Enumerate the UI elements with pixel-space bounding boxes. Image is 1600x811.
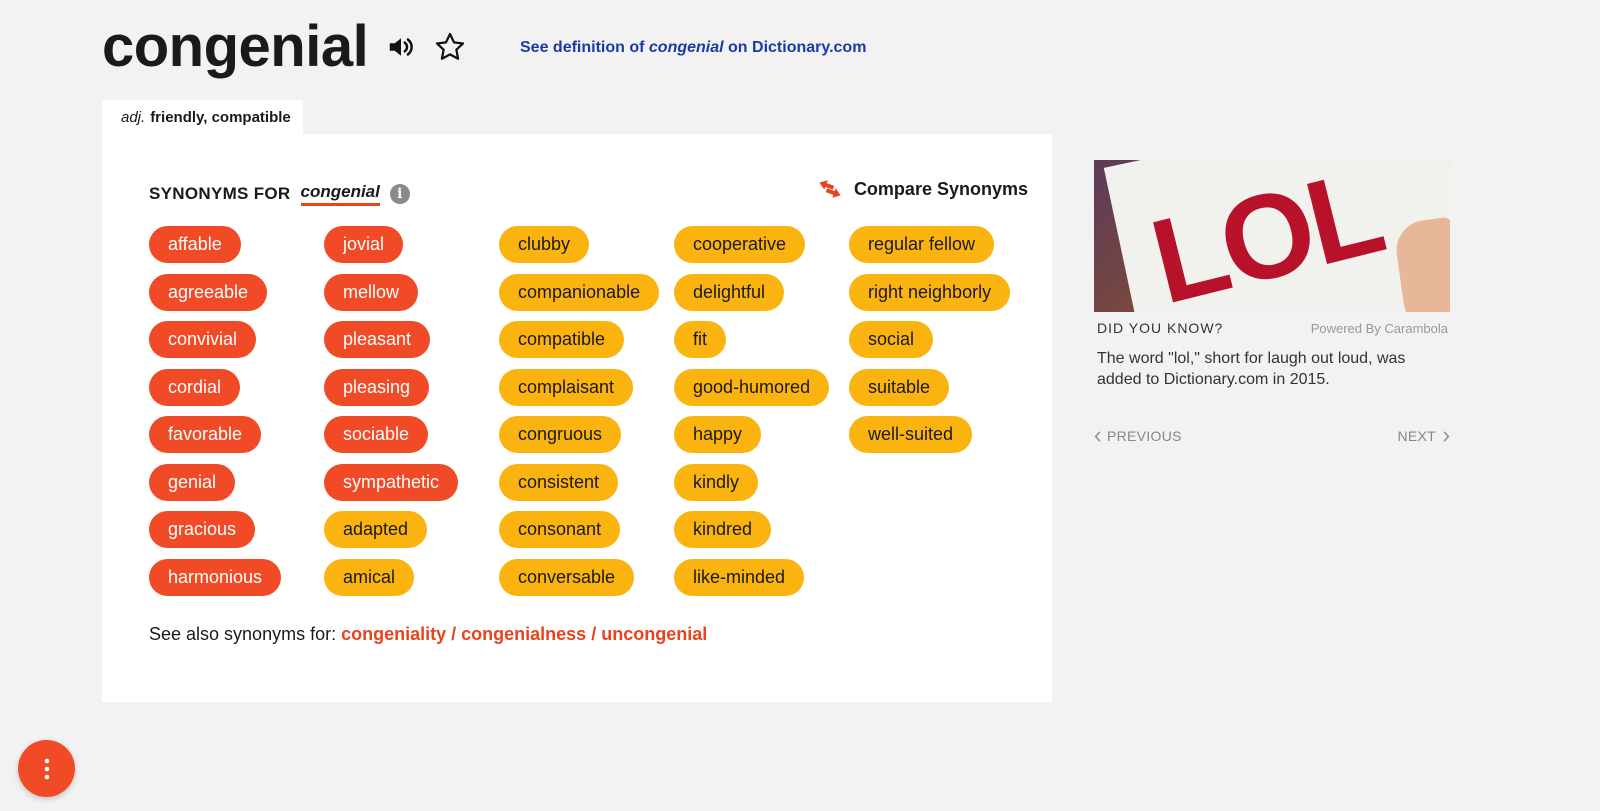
see-also-label: See also synonyms for: <box>149 624 342 644</box>
did-you-know-image[interactable]: LOL <box>1094 160 1450 312</box>
did-you-know-title: DID YOU KNOW? <box>1097 320 1224 336</box>
synonym-columns: affable agreeable convivial cordial favorabl… <box>149 226 1024 606</box>
info-icon[interactable]: i <box>389 184 410 204</box>
synonym-chip-jovial[interactable]: jovial <box>324 226 404 263</box>
synonym-chip-conversable[interactable]: conversable <box>499 558 635 596</box>
synonym-chip-sympathetic[interactable]: sympathetic <box>324 463 459 501</box>
did-you-know-fact: The word "lol," short for laugh out loud… <box>1097 350 1406 388</box>
chevron-left-icon <box>1094 431 1101 442</box>
synonym-chip-gracious[interactable]: gracious <box>149 511 256 548</box>
did-you-know-widget: LOL DID YOU KNOW? Powered By Carambola T… <box>1094 160 1450 444</box>
synonym-chip-right-neighborly[interactable]: right neighborly <box>849 273 1011 311</box>
synonym-chip-affable[interactable]: affable <box>149 226 241 263</box>
see-also-link-uncongenial[interactable]: uncongenial <box>601 624 707 644</box>
synonym-chip-sociable[interactable]: sociable <box>324 416 429 453</box>
synonym-chip-social[interactable]: social <box>849 321 934 358</box>
definition-link-word: congenial <box>648 39 724 56</box>
synonym-chip-delightful[interactable]: delightful <box>674 273 785 311</box>
star-icon[interactable] <box>432 29 468 65</box>
see-also-separator: / <box>446 624 462 644</box>
synonym-chip-regular-fellow[interactable]: regular fellow <box>849 226 995 263</box>
synonym-chip-consonant[interactable]: consonant <box>499 511 621 548</box>
synonym-chip-genial[interactable]: genial <box>149 463 236 501</box>
next-button[interactable]: NEXT <box>1397 428 1450 444</box>
synonym-chip-harmonious[interactable]: harmonious <box>149 558 282 596</box>
see-also-link-congenialness[interactable]: congenialness <box>461 624 586 644</box>
synonym-chip-complaisant[interactable]: complaisant <box>499 368 634 406</box>
definition-link-prefix: See definition of <box>520 39 649 56</box>
part-of-speech: adj. <box>121 109 146 126</box>
synonym-chip-pleasant[interactable]: pleasant <box>324 321 431 358</box>
compare-arrows-icon <box>819 180 841 198</box>
synonyms-heading-label: SYNONYMS FOR <box>149 184 291 203</box>
see-also: See also synonyms for: congeniality / co… <box>149 624 707 645</box>
definition-link[interactable]: See definition of congenial on Dictionar… <box>520 39 866 57</box>
vertical-dots-icon <box>44 758 49 779</box>
did-you-know-meta: DID YOU KNOW? Powered By Carambola <box>1094 312 1450 336</box>
synonym-chip-clubby[interactable]: clubby <box>499 226 590 263</box>
previous-button[interactable]: PREVIOUS <box>1094 428 1182 444</box>
synonym-chip-amical[interactable]: amical <box>324 558 415 596</box>
word-header: congenial <box>102 18 468 76</box>
synonym-chip-kindly[interactable]: kindly <box>674 463 759 501</box>
synonym-column: jovial mellow pleasant pleasing sociable symp… <box>324 226 499 606</box>
synonym-chip-adapted[interactable]: adapted <box>324 511 428 548</box>
speaker-icon[interactable] <box>384 30 418 64</box>
chevron-right-icon <box>1443 431 1450 442</box>
synonyms-heading: SYNONYMS FOR congenial i <box>149 182 410 206</box>
synonym-chip-mellow[interactable]: mellow <box>324 273 419 311</box>
synonym-chip-consistent[interactable]: consistent <box>499 463 619 501</box>
headword: congenial <box>102 14 369 79</box>
see-also-link-congeniality[interactable]: congeniality <box>341 624 446 644</box>
synonym-chip-suitable[interactable]: suitable <box>849 368 950 406</box>
synonym-chip-congruous[interactable]: congruous <box>499 416 622 453</box>
compare-synonyms-label: Compare Synonyms <box>853 178 1028 199</box>
sense-gloss: friendly, compatible <box>150 109 291 126</box>
synonym-chip-favorable[interactable]: favorable <box>149 416 262 453</box>
part-of-speech-tab[interactable]: adj. friendly, compatible <box>102 100 303 135</box>
synonym-chip-kindred[interactable]: kindred <box>674 511 772 548</box>
previous-label: PREVIOUS <box>1107 428 1182 444</box>
synonym-column: affable agreeable convivial cordial favorabl… <box>149 226 324 606</box>
menu-fab-button[interactable] <box>18 740 75 797</box>
synonym-chip-convivial[interactable]: convivial <box>149 321 257 358</box>
synonym-chip-cooperative[interactable]: cooperative <box>674 226 806 263</box>
see-also-separator: / <box>586 624 602 644</box>
synonym-chip-good-humored[interactable]: good-humored <box>674 368 830 406</box>
synonym-column: cooperative delightful fit good-humored happ… <box>674 226 849 606</box>
synonym-chip-happy[interactable]: happy <box>674 416 762 453</box>
synonym-chip-like-minded[interactable]: like-minded <box>674 558 805 596</box>
definition-link-suffix: on Dictionary.com <box>723 39 867 56</box>
synonym-chip-cordial[interactable]: cordial <box>149 368 241 406</box>
synonym-chip-compatible[interactable]: compatible <box>499 321 625 358</box>
powered-by: Powered By Carambola <box>1310 320 1448 336</box>
synonyms-card: SYNONYMS FOR congenial i Compare Synonym… <box>102 134 1052 702</box>
synonym-chip-fit[interactable]: fit <box>674 321 727 358</box>
synonym-column: regular fellow right neighborly social suit… <box>849 226 1024 606</box>
synonym-chip-agreeable[interactable]: agreeable <box>149 273 268 311</box>
synonym-chip-companionable[interactable]: companionable <box>499 273 660 311</box>
synonyms-heading-word: congenial <box>300 182 380 206</box>
synonym-chip-pleasing[interactable]: pleasing <box>324 368 430 406</box>
next-label: NEXT <box>1397 428 1436 444</box>
synonym-column: clubby companionable compatible complaisant… <box>499 226 674 606</box>
compare-synonyms-button[interactable]: Compare Synonyms <box>816 177 1028 201</box>
did-you-know-nav: PREVIOUS NEXT <box>1094 428 1450 444</box>
synonym-chip-well-suited[interactable]: well-suited <box>849 416 973 453</box>
